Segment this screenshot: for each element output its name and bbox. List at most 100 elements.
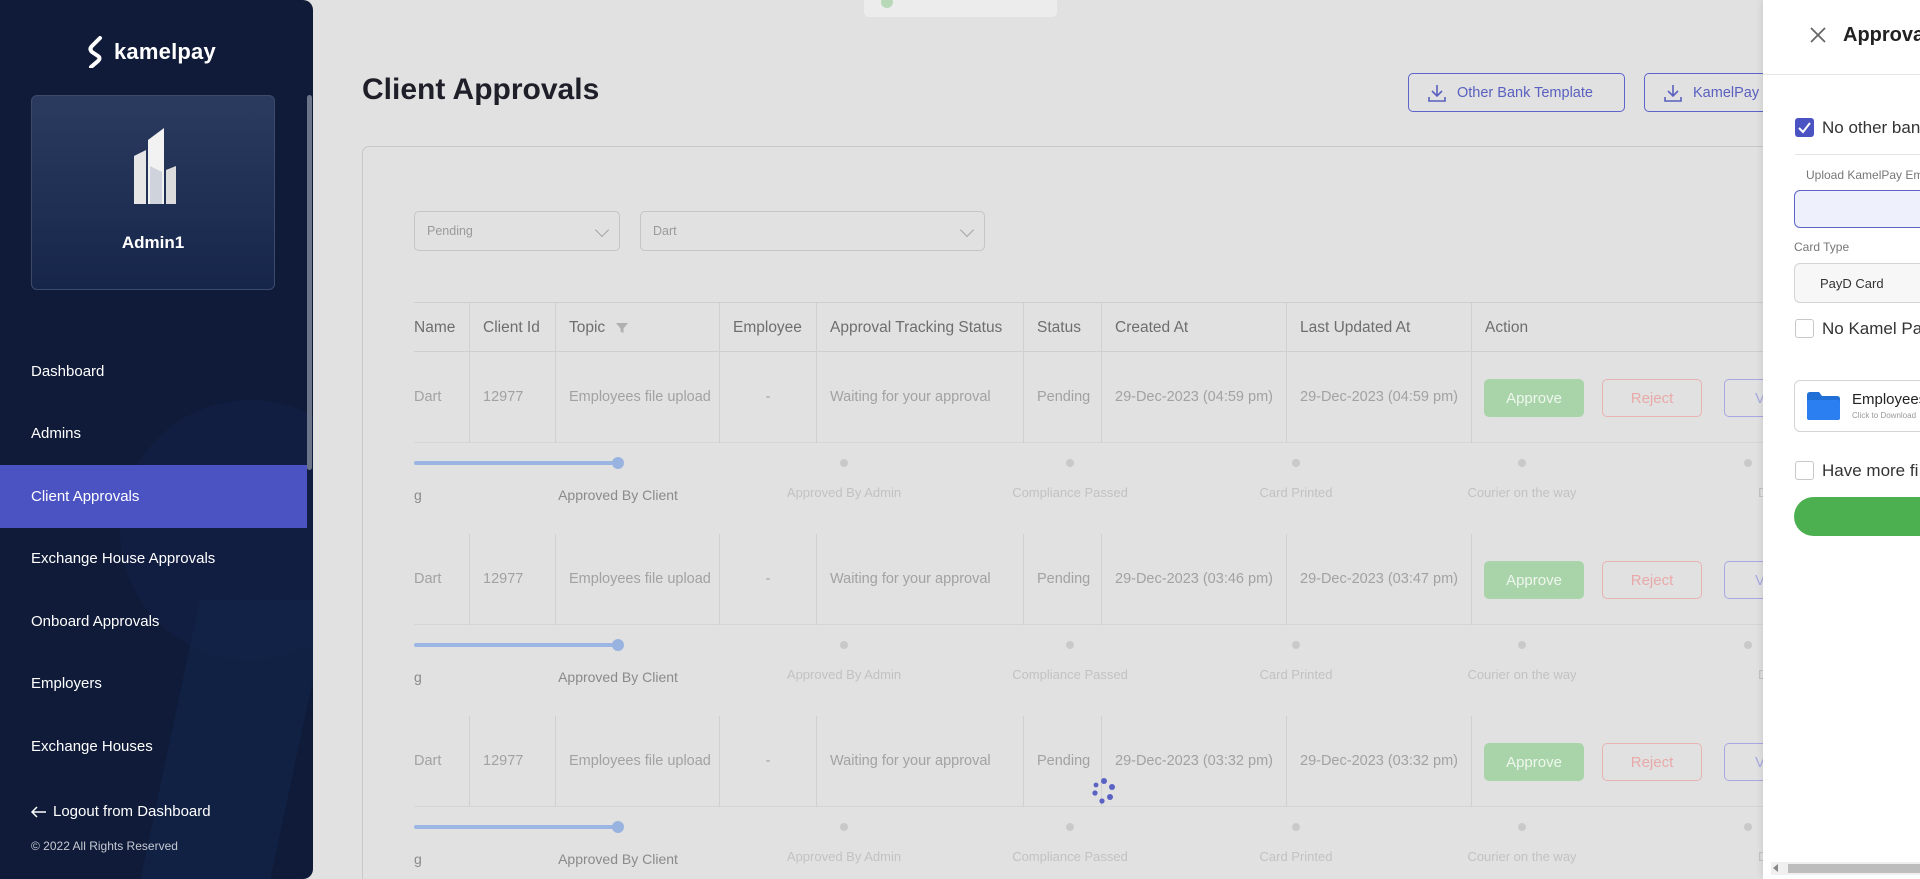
- tracker-step-dot: [1744, 459, 1752, 467]
- profile-card: Admin1: [31, 95, 275, 290]
- drawer-separator: [1795, 154, 1920, 155]
- logout-link[interactable]: Logout from Dashboard: [31, 803, 211, 820]
- table-row: Dart 12977 Employees file upload - Waiti…: [414, 534, 1781, 716]
- upload-kamelpay-input[interactable]: [1794, 190, 1920, 228]
- scroll-left-icon[interactable]: [1773, 864, 1778, 872]
- cell-name: Dart: [414, 534, 469, 625]
- cell-status: Pending: [1023, 716, 1101, 807]
- tracker-progress-line: [414, 825, 614, 829]
- approval-tracker: g Approved By Client Approved By Admin C…: [414, 625, 1781, 716]
- status-filter-select[interactable]: Pending: [414, 211, 620, 251]
- tracker-progress-line: [414, 643, 614, 647]
- reject-button[interactable]: Reject: [1602, 743, 1702, 781]
- tracker-step-label: Card Printed: [1259, 849, 1333, 864]
- tracker-step-dot: [1744, 823, 1752, 831]
- toast-notification: [864, 0, 1057, 17]
- tracker-step-dot: [840, 823, 848, 831]
- submit-button[interactable]: [1794, 497, 1920, 536]
- copyright-text: © 2022 All Rights Reserved: [31, 839, 178, 853]
- tracker-step-label: Approved By Client: [558, 851, 678, 867]
- success-icon: [881, 0, 893, 8]
- tracker-step-node: [612, 821, 624, 833]
- file-name: Employees: [1852, 391, 1920, 408]
- client-filter-select[interactable]: Dart: [640, 211, 985, 251]
- cell-name: Dart: [414, 352, 469, 443]
- sidebar-item-client-approvals[interactable]: Client Approvals: [0, 465, 307, 528]
- cell-client-id: 12977: [469, 716, 555, 807]
- approval-drawer: Approva No other ban Upload KamelPay Em …: [1763, 0, 1920, 879]
- cell-client-id: 12977: [469, 534, 555, 625]
- tracker-step-dot: [1066, 641, 1074, 649]
- tracker-step-node: [612, 457, 624, 469]
- tracker-step-label: Courier on the way: [1467, 485, 1577, 500]
- cell-employee: -: [719, 534, 816, 625]
- tracker-step-label: Approved By Client: [558, 669, 678, 685]
- tracker-step-node: [612, 639, 624, 651]
- cell-topic: Employees file upload: [555, 534, 719, 625]
- drawer-horizontal-scrollbar[interactable]: [1771, 862, 1920, 875]
- cell-tracking-status: Waiting for your approval: [816, 534, 1023, 625]
- sidebar-item-employers[interactable]: Employers: [0, 653, 307, 716]
- approve-button[interactable]: Approve: [1484, 561, 1584, 599]
- cell-tracking-status: Waiting for your approval: [816, 352, 1023, 443]
- cell-actions: Approve Reject V: [1471, 716, 1781, 807]
- drawer-title: Approva: [1843, 24, 1920, 46]
- cell-name: Dart: [414, 716, 469, 807]
- sidebar-item-exchange-houses[interactable]: Exchange Houses: [0, 715, 307, 778]
- sidebar-item-exchange-house-approvals[interactable]: Exchange House Approvals: [0, 528, 307, 591]
- file-download-hint: Click to Download: [1852, 411, 1917, 420]
- have-more-files-label: Have more fi: [1822, 461, 1919, 480]
- cell-created-at: 29-Dec-2023 (03:32 pm): [1101, 716, 1286, 807]
- column-header-topic[interactable]: Topic: [555, 303, 719, 353]
- kamelpay-template-label: KamelPay: [1693, 84, 1760, 101]
- approve-button[interactable]: Approve: [1484, 743, 1584, 781]
- arrow-left-icon: [31, 805, 46, 818]
- sidebar-item-onboard-approvals[interactable]: Onboard Approvals: [0, 590, 307, 653]
- sidebar-item-dashboard[interactable]: Dashboard: [0, 340, 307, 403]
- close-icon[interactable]: [1808, 25, 1828, 45]
- cell-tracking-status: Waiting for your approval: [816, 716, 1023, 807]
- no-kamel-checkbox[interactable]: [1795, 319, 1814, 338]
- column-header-created-at: Created At: [1101, 303, 1286, 353]
- tracker-step-label: Compliance Passed: [1012, 667, 1128, 682]
- sidebar-scrollbar[interactable]: [307, 95, 312, 470]
- logout-label: Logout from Dashboard: [53, 803, 211, 820]
- profile-name: Admin1: [121, 233, 185, 252]
- cell-topic: Employees file upload: [555, 716, 719, 807]
- approval-tracker: g Approved By Client Approved By Admin C…: [414, 807, 1781, 879]
- other-bank-template-button[interactable]: Other Bank Template: [1408, 73, 1625, 112]
- filter-icon[interactable]: [615, 321, 629, 335]
- folder-icon: [1807, 392, 1840, 420]
- card-type-label: Card Type: [1794, 240, 1850, 254]
- scrollbar-thumb[interactable]: [1788, 864, 1920, 873]
- have-more-files-checkbox[interactable]: [1795, 461, 1814, 480]
- tracker-step-label: Approved By Admin: [786, 667, 902, 682]
- tracker-step-label: Card Printed: [1259, 485, 1333, 500]
- tracker-step-dot: [1066, 823, 1074, 831]
- reject-button[interactable]: Reject: [1602, 561, 1702, 599]
- sidebar-item-admins[interactable]: Admins: [0, 403, 307, 466]
- cell-created-at: 29-Dec-2023 (03:46 pm): [1101, 534, 1286, 625]
- no-other-bank-checkbox[interactable]: [1795, 118, 1814, 137]
- card-type-select[interactable]: PayD Card: [1794, 263, 1920, 303]
- approvals-card: Pending Dart Name Client Id Topic Employ…: [362, 146, 1782, 879]
- client-filter-value: Dart: [653, 224, 677, 238]
- cell-status: Pending: [1023, 534, 1101, 625]
- table-row: Dart 12977 Employees file upload - Waiti…: [414, 352, 1781, 534]
- tracker-step-dot: [1518, 641, 1526, 649]
- cell-employee: -: [719, 716, 816, 807]
- download-icon: [1664, 84, 1682, 102]
- column-header-status: Status: [1023, 303, 1101, 353]
- employees-file-download[interactable]: Employees Click to Download: [1794, 380, 1920, 432]
- chevron-down-icon: [594, 222, 610, 238]
- approve-button[interactable]: Approve: [1484, 379, 1584, 417]
- reject-button[interactable]: Reject: [1602, 379, 1702, 417]
- cell-actions: Approve Reject V: [1471, 534, 1781, 625]
- column-header-employee: Employee: [719, 303, 816, 353]
- brand-name: kamelpay: [114, 39, 216, 64]
- tracker-step-dot: [1292, 641, 1300, 649]
- tracker-progress-line: [414, 461, 614, 465]
- loading-spinner-icon: [1092, 778, 1115, 804]
- brand-logo[interactable]: kamelpay: [86, 36, 216, 68]
- kamelpay-logo-icon: [88, 36, 102, 68]
